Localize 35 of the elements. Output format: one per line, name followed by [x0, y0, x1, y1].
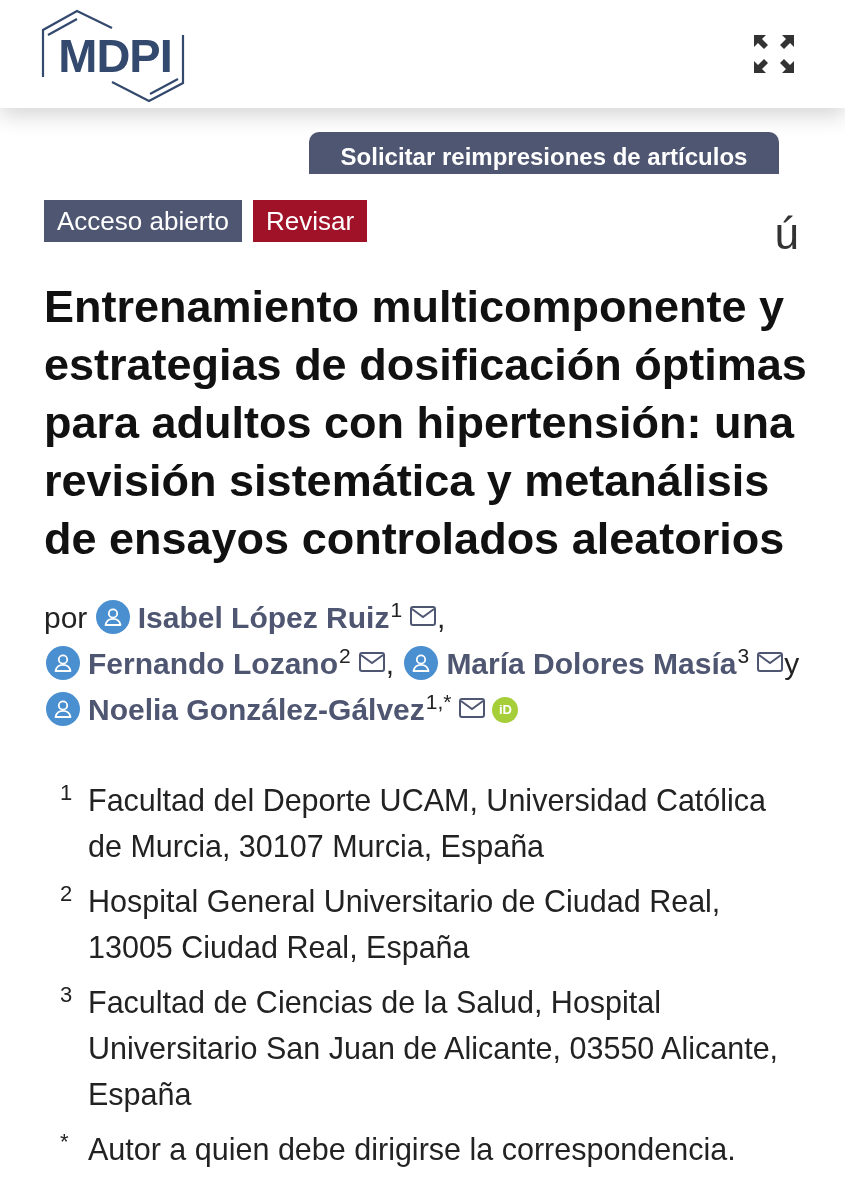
accent-glyph: ú [774, 212, 799, 256]
affiliation-text: Hospital General Universitario de Ciudad Real, 13005 Ciudad Real, España [88, 883, 722, 967]
person-icon [404, 646, 439, 680]
article-type-badge: Revisar [253, 200, 368, 242]
fullscreen-icon[interactable] [753, 34, 795, 74]
author-name[interactable]: María Dolores Masía [446, 647, 737, 680]
envelope-icon[interactable] [757, 652, 784, 672]
envelope-icon[interactable] [358, 652, 385, 672]
by-label: por [44, 601, 88, 634]
affiliation-text: Autor a quien debe dirigirse la correspondencia. [88, 1131, 737, 1169]
separator: y [784, 647, 800, 680]
person-icon [46, 692, 80, 726]
author-name[interactable]: Fernando Lozano [88, 647, 338, 680]
article-title: Entrenamiento multicomponente y estrategias de dosificación óptimas para adultos con hipertensión: una revisión sistemática y metanálisis de ensayos controlados aleatorios [44, 280, 808, 566]
access-badge: Acceso abierto [44, 200, 242, 242]
author-name[interactable]: Isabel López Ruiz [137, 601, 390, 634]
affiliation-mark: 2 [339, 644, 351, 667]
separator: , [437, 601, 446, 634]
affiliation-number: 2 [60, 880, 74, 908]
envelope-icon[interactable] [459, 698, 486, 718]
author-name[interactable]: Noelia González-Gálvez [88, 693, 425, 726]
reprints-button[interactable]: Solicitar reimpresiones de artículos [309, 132, 779, 174]
affiliation-mark: 3 [737, 644, 750, 667]
site-logo[interactable]: MDPI [40, 7, 186, 103]
person-icon [95, 600, 130, 634]
affiliation-number: 1 [60, 779, 74, 807]
envelope-icon[interactable] [410, 606, 437, 626]
affiliation-text: Facultad del Deporte UCAM, Universidad Católica de Murcia, 30107 Murcia, España [88, 782, 768, 866]
affiliation-mark: 1 [390, 598, 403, 621]
affiliation-number: 3 [60, 981, 74, 1009]
affiliation-text: Facultad de Ciencias de la Salud, Hospital Universitario San Juan de Alicante, 03550 Alicante, España [88, 984, 780, 1114]
affiliation-number: * [60, 1128, 70, 1156]
separator: , [385, 647, 395, 680]
person-icon [46, 646, 80, 680]
affiliation-mark: 1,* [425, 690, 452, 713]
